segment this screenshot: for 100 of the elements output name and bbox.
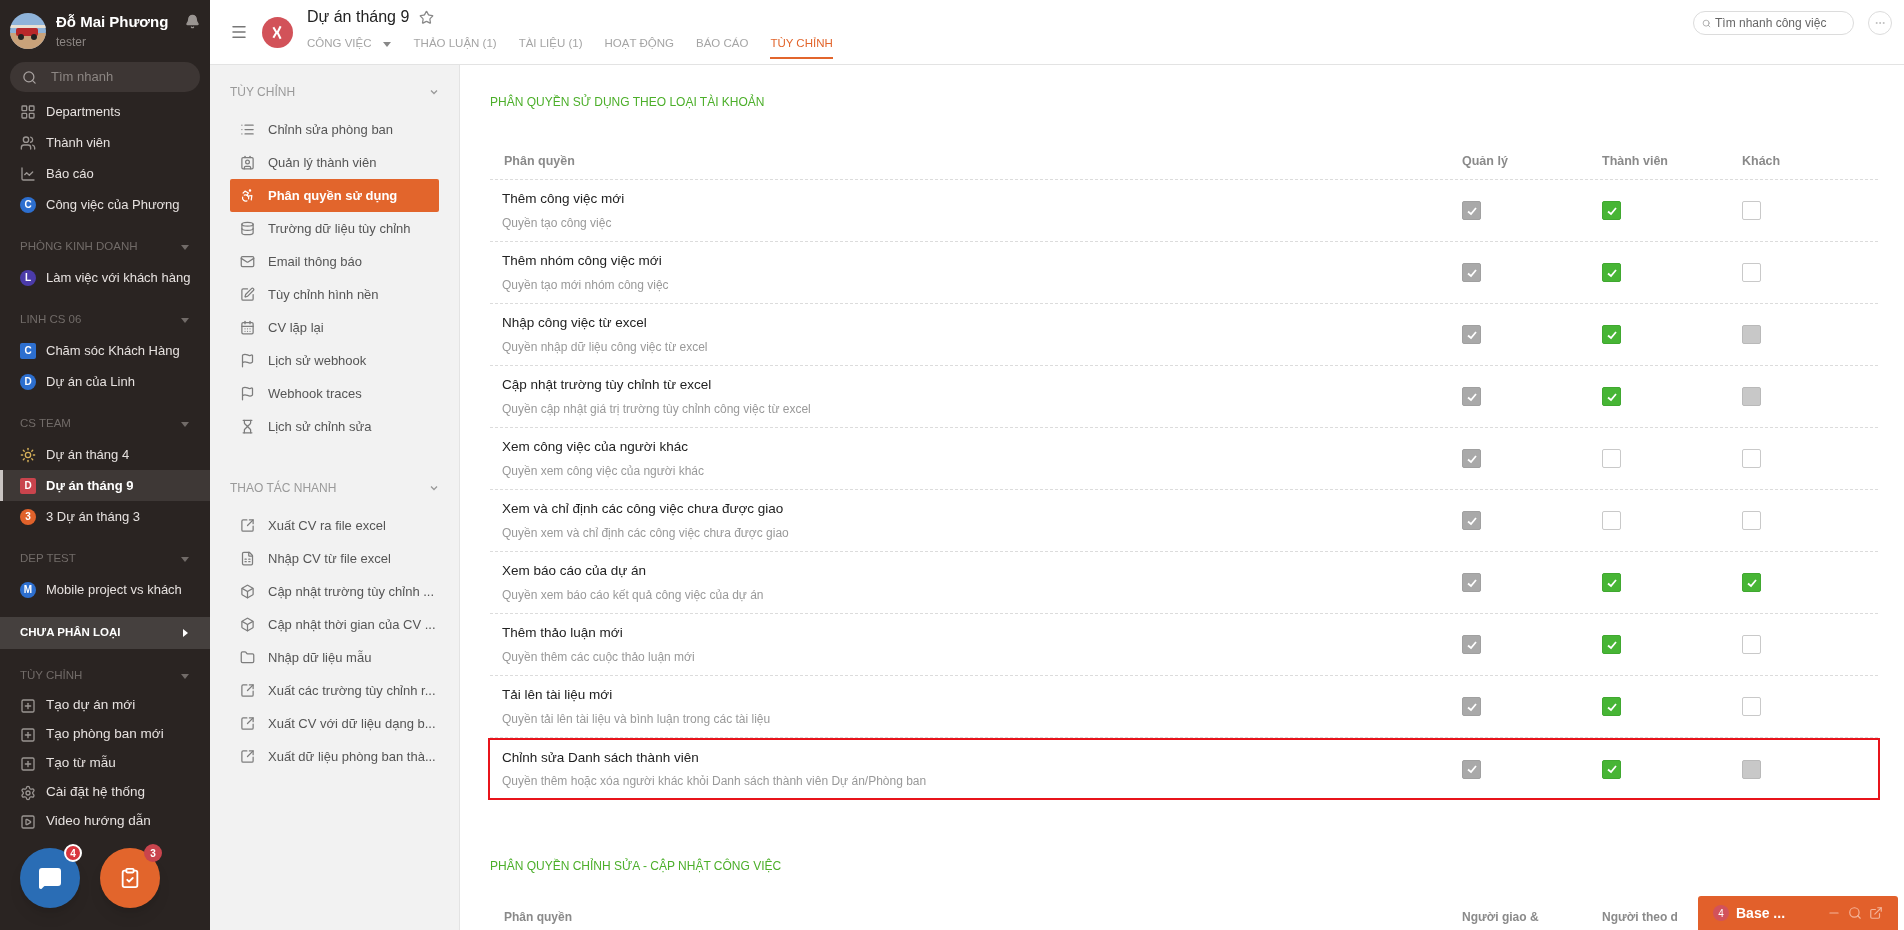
- clipboard-icon: [119, 867, 141, 889]
- panel-item[interactable]: Xuất CV ra file excel: [230, 509, 439, 542]
- project-logo-icon: [262, 16, 293, 48]
- star-icon[interactable]: [419, 9, 435, 25]
- checkbox[interactable]: [1742, 201, 1761, 220]
- column-header: Khách: [1742, 153, 1782, 171]
- checkbox[interactable]: [1602, 387, 1621, 406]
- panel-item[interactable]: Xuất dữ liệu phòng ban thà...: [230, 740, 439, 773]
- letter-avatar: L: [20, 269, 36, 286]
- sidebar-item[interactable]: L Làm việc với khách hàng: [0, 262, 210, 293]
- column-header: Phân quyền: [503, 153, 576, 171]
- panel-item[interactable]: Nhập CV từ file excel: [230, 542, 439, 575]
- panel-heading: THAO TÁC NHANH: [230, 479, 337, 497]
- search-field[interactable]: Tìm nhanh: [51, 67, 171, 87]
- checkbox[interactable]: [1602, 697, 1621, 716]
- play-icon: [20, 813, 36, 830]
- count-badge: 3: [144, 844, 162, 862]
- panel-item[interactable]: Nhập dữ liệu mẫu: [230, 641, 439, 674]
- search-icon[interactable]: [1848, 906, 1862, 920]
- group-heading: PHÒNG KINH DOANH: [20, 238, 138, 254]
- search-icon: [22, 69, 37, 85]
- user-name: Đỗ Mai Phương: [56, 11, 170, 32]
- plus-icon: [20, 697, 36, 714]
- permission-description: Quyền tải lên tài liệu và bình luận trong các tài liệu: [502, 710, 772, 728]
- sidebar-item[interactable]: Cài đặt hệ thống: [0, 778, 210, 807]
- nav-tab[interactable]: TÙY CHỈNH: [770, 35, 833, 59]
- letter-avatar: 3: [20, 508, 36, 525]
- panel-item[interactable]: CV lặp lại: [230, 311, 439, 344]
- checkbox[interactable]: [1742, 573, 1761, 592]
- checkbox[interactable]: [1602, 759, 1621, 779]
- checkbox[interactable]: [1602, 573, 1621, 592]
- checkbox[interactable]: [1602, 511, 1621, 530]
- panel-item[interactable]: Email thông báo: [230, 245, 439, 278]
- checkbox[interactable]: [1742, 263, 1761, 282]
- checkbox[interactable]: [1602, 325, 1621, 344]
- task-search-field[interactable]: Tìm nhanh công việc: [1715, 14, 1845, 32]
- checkbox[interactable]: [1602, 449, 1621, 468]
- panel-item[interactable]: Trường dữ liệu tùy chỉnh: [230, 212, 439, 245]
- flag-icon: [240, 353, 255, 368]
- permission-title: Xem và chỉ định các công việc chưa được giao: [502, 500, 785, 519]
- bell-icon[interactable]: [185, 14, 200, 29]
- sidebar-item[interactable]: C Công việc của Phương: [0, 189, 210, 220]
- sidebar-item[interactable]: Tạo từ mẫu: [0, 749, 210, 778]
- sidebar-item[interactable]: M Mobile project vs khách: [0, 574, 210, 605]
- sidebar-item[interactable]: Thành viên: [0, 127, 210, 158]
- section-title: PHÂN QUYỀN CHỈNH SỬA - CẬP NHẬT CÔNG VIỆC: [490, 857, 783, 875]
- panel-item[interactable]: Xuất các trường tùy chỉnh r...: [230, 674, 439, 707]
- chevron-icon[interactable]: [429, 87, 439, 97]
- column-header: Quản lý: [1462, 153, 1509, 171]
- sidebar-item[interactable]: Tạo dự án mới: [0, 691, 210, 720]
- check-icon: [1605, 763, 1618, 775]
- checkbox[interactable]: [1742, 511, 1761, 530]
- sun-icon: [20, 446, 36, 463]
- uncategorized-bar[interactable]: CHƯA PHÂN LOẠI: [0, 617, 210, 649]
- checkbox[interactable]: [1742, 635, 1761, 654]
- letter-avatar: D: [20, 477, 36, 494]
- list-icon: [240, 122, 255, 137]
- panel-item[interactable]: Quản lý thành viên: [230, 146, 439, 179]
- sidebar-item[interactable]: Tạo phòng ban mới: [0, 720, 210, 749]
- export-icon: [240, 749, 255, 764]
- checkbox[interactable]: [1602, 635, 1621, 654]
- chevron-icon[interactable]: [429, 483, 439, 493]
- caret-icon[interactable]: [180, 628, 190, 638]
- check-icon: [1465, 763, 1478, 775]
- permission-description: Quyền thêm các cuộc thảo luận mới: [502, 648, 696, 666]
- chat-widget[interactable]: 4 Base ...: [1698, 896, 1898, 930]
- sidebar-item[interactable]: Dự án tháng 4: [0, 439, 210, 470]
- panel-item[interactable]: Tùy chỉnh hình nền: [230, 278, 439, 311]
- sidebar-item[interactable]: D Dự án của Linh: [0, 366, 210, 397]
- sidebar-item[interactable]: D Dự án tháng 9: [0, 470, 210, 501]
- menu-icon[interactable]: [230, 23, 248, 41]
- permission-description: Quyền xem công việc của người khác: [502, 462, 705, 480]
- sidebar-item[interactable]: Video hướng dẫn: [0, 807, 210, 836]
- checkbox[interactable]: [1602, 201, 1621, 220]
- panel-item[interactable]: Cập nhật thời gian của CV ...: [230, 608, 439, 641]
- panel-item[interactable]: Cập nhật trường tùy chỉnh ...: [230, 575, 439, 608]
- column-header: Phân quyền: [504, 910, 572, 924]
- permission-title: Thêm nhóm công việc mới: [502, 252, 663, 271]
- checkbox[interactable]: [1742, 697, 1761, 716]
- panel-item[interactable]: Lịch sử chỉnh sửa: [230, 410, 439, 443]
- panel-item[interactable]: Lịch sử webhook: [230, 344, 439, 377]
- sidebar-item[interactable]: Báo cáo: [0, 158, 210, 189]
- panel-item[interactable]: Xuất CV với dữ liệu dạng b...: [230, 707, 439, 740]
- sidebar-item[interactable]: C Chăm sóc Khách Hàng: [0, 335, 210, 366]
- checkbox[interactable]: [1602, 263, 1621, 282]
- group-heading: CS TEAM: [20, 415, 71, 431]
- checkbox[interactable]: [1742, 449, 1761, 468]
- panel-item[interactable]: Chỉnh sửa phòng ban: [230, 113, 439, 146]
- external-link-icon[interactable]: [1869, 906, 1883, 920]
- permission-description: Quyền cập nhật giá trị trường tùy chỉnh công việc từ excel: [502, 400, 812, 418]
- search-bar[interactable]: Tìm nhanh: [10, 62, 200, 92]
- panel-item[interactable]: Webhook traces: [230, 377, 439, 410]
- users-icon: [20, 134, 36, 151]
- cube-icon: [240, 617, 255, 632]
- sidebar-item[interactable]: Departments: [0, 96, 210, 127]
- hourglass-icon: [240, 419, 255, 434]
- flag-icon: [240, 386, 255, 401]
- sidebar-item[interactable]: 3 3 Dự án tháng 3: [0, 501, 210, 532]
- count-badge: 4: [64, 844, 82, 862]
- chart-icon: [20, 165, 36, 182]
